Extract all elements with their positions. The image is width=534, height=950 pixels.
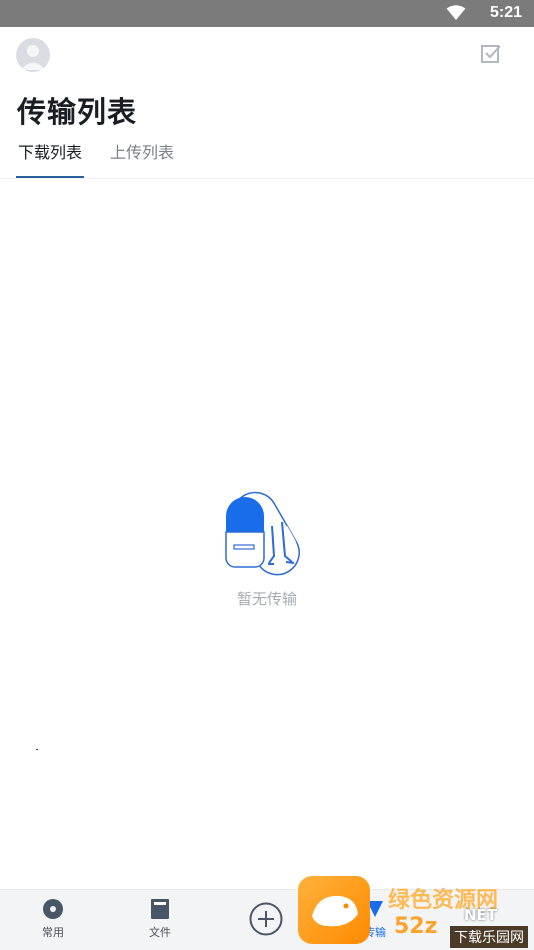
bottom-tab-bar: 常用 文件 传输 (0, 889, 534, 950)
tab-upload-list[interactable]: 上传列表 (108, 140, 176, 178)
header: 传输列表 下载列表 上传列表 (0, 27, 534, 179)
page-title: 传输列表 (17, 95, 138, 129)
tab-transfer-label: 传输 (364, 926, 386, 939)
empty-state-text: 暂无传输 (236, 590, 297, 608)
tab-add[interactable] (236, 902, 296, 940)
empty-state: 暂无传输 (0, 470, 534, 609)
tab-transfer[interactable]: 传输 (345, 898, 405, 940)
stray-dot (36, 749, 38, 750)
empty-transfer-illustration (225, 491, 300, 576)
user-avatar-icon[interactable] (16, 38, 50, 72)
transfer-icon (367, 901, 383, 917)
tab-files[interactable]: 文件 (130, 898, 190, 940)
disc-icon (43, 899, 63, 919)
tab-download-list[interactable]: 下载列表 (16, 140, 85, 178)
tab-common-label: 常用 (42, 926, 64, 939)
tab-common[interactable]: 常用 (23, 898, 83, 940)
tab-files-label: 文件 (149, 926, 171, 939)
transfer-tabs: 下载列表 上传列表 (16, 140, 200, 178)
tab-divider (0, 178, 534, 179)
wifi-icon (446, 5, 466, 20)
status-bar: 5:21 (0, 0, 534, 27)
file-icon (151, 899, 169, 919)
checkbox-select-icon[interactable] (480, 43, 502, 65)
status-time: 5:21 (489, 4, 522, 21)
plus-circle-icon (249, 902, 283, 936)
